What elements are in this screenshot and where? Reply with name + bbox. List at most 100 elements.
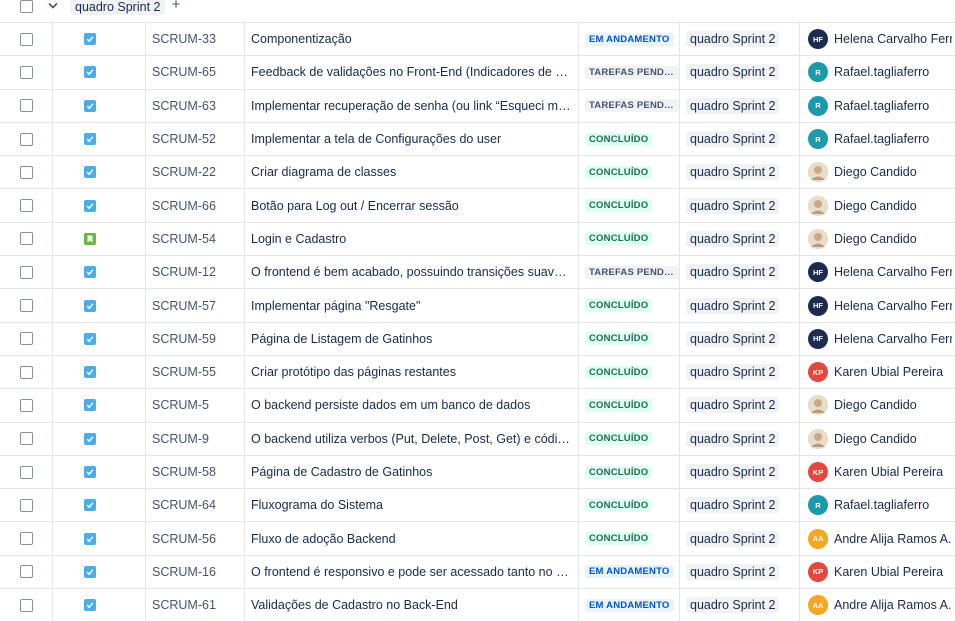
sprint-cell[interactable]: quadro Sprint 2	[680, 589, 800, 621]
sprint-tag[interactable]: quadro Sprint 2	[686, 297, 780, 314]
issue-key[interactable]: SCRUM-33	[146, 23, 245, 56]
assignee-cell[interactable]: R Rafael.tagliaferro	[800, 90, 955, 122]
sprint-tag[interactable]: quadro Sprint 2	[686, 563, 780, 580]
table-row[interactable]: SCRUM-52 Implementar a tela de Configuraç…	[0, 121, 955, 156]
row-checkbox[interactable]	[20, 265, 33, 279]
row-checkbox[interactable]	[20, 32, 33, 46]
issue-summary[interactable]: O frontend é bem acabado, possuindo tran…	[251, 265, 573, 279]
sprint-tag[interactable]: quadro Sprint 2	[686, 164, 780, 181]
table-row[interactable]: SCRUM-12 O frontend é bem acabado, possui…	[0, 255, 955, 289]
issue-key[interactable]: SCRUM-12	[146, 256, 245, 289]
sprint-tag[interactable]: quadro Sprint 2	[686, 131, 780, 148]
row-checkbox[interactable]	[20, 99, 33, 113]
assignee-cell[interactable]: R Rafael.tagliaferro	[800, 489, 955, 521]
assignee-cell[interactable]: KP Karen Ubial Pereira	[800, 556, 955, 588]
assignee-cell[interactable]: HF Helena Carvalho Ferr...	[800, 289, 955, 321]
row-checkbox[interactable]	[20, 299, 33, 313]
status-badge[interactable]: CONCLUÍDO	[585, 532, 653, 546]
status-badge[interactable]: CONCLUÍDO	[585, 332, 653, 346]
table-row[interactable]: SCRUM-57 Implementar página "Resgate" CONC…	[0, 288, 955, 322]
issue-summary[interactable]: Implementar recuperação de senha (ou lin…	[251, 99, 573, 113]
assignee-cell[interactable]: Diego Candido	[800, 423, 955, 455]
summary-cell[interactable]: Validações de Cadastro no Back-End	[245, 589, 579, 621]
sprint-cell[interactable]: quadro Sprint 2	[680, 522, 800, 555]
table-row[interactable]: SCRUM-65 Feedback de validações no Front-…	[0, 55, 955, 89]
status-cell[interactable]: CONCLUÍDO	[579, 322, 680, 355]
issue-summary[interactable]: Componentização	[251, 32, 573, 46]
sprint-cell[interactable]: quadro Sprint 2	[680, 489, 800, 522]
assignee-cell[interactable]: R Rafael.tagliaferro	[800, 56, 955, 88]
issue-summary[interactable]: Fluxograma do Sistema	[251, 498, 573, 512]
status-cell[interactable]: EM ANDAMENTO	[579, 23, 680, 56]
issue-key[interactable]: SCRUM-16	[146, 555, 245, 589]
summary-cell[interactable]: O frontend é bem acabado, possuindo tran…	[245, 256, 579, 289]
status-badge[interactable]: CONCLUÍDO	[585, 132, 653, 146]
sprint-cell[interactable]: quadro Sprint 2	[680, 122, 800, 156]
status-badge[interactable]: CONCLUÍDO	[585, 465, 653, 479]
table-row[interactable]: SCRUM-56 Fluxo de adoção Backend CONCLUÍDO…	[0, 521, 955, 555]
status-badge[interactable]: CONCLUÍDO	[585, 232, 653, 246]
group-title[interactable]: quadro Sprint 2	[70, 0, 166, 15]
issue-key[interactable]: SCRUM-56	[146, 522, 245, 555]
sprint-cell[interactable]: quadro Sprint 2	[680, 355, 800, 389]
issue-summary[interactable]: Login e Cadastro	[251, 232, 573, 246]
assignee-cell[interactable]: HF Helena Carvalho Ferr...	[800, 23, 955, 55]
table-row[interactable]: SCRUM-33 Componentização EM ANDAMENTO quadr…	[0, 22, 955, 56]
row-checkbox[interactable]	[20, 365, 33, 379]
sprint-tag[interactable]: quadro Sprint 2	[686, 597, 780, 614]
sprint-tag[interactable]: quadro Sprint 2	[686, 497, 780, 514]
row-checkbox[interactable]	[20, 432, 33, 446]
status-badge[interactable]: EM ANDAMENTO	[585, 598, 674, 612]
status-cell[interactable]: CONCLUÍDO	[579, 389, 680, 422]
summary-cell[interactable]: O backend persiste dados em um banco de …	[245, 389, 579, 422]
status-badge[interactable]: CONCLUÍDO	[585, 299, 653, 313]
status-badge[interactable]: EM ANDAMENTO	[585, 32, 674, 46]
issue-summary[interactable]: Página de Cadastro de Gatinhos	[251, 465, 573, 479]
row-checkbox[interactable]	[20, 232, 33, 246]
summary-cell[interactable]: Fluxograma do Sistema	[245, 489, 579, 522]
issue-key[interactable]: SCRUM-65	[146, 56, 245, 89]
summary-cell[interactable]: Login e Cadastro	[245, 222, 579, 256]
summary-cell[interactable]: O backend utiliza verbos (Put, Delete, P…	[245, 422, 579, 455]
status-badge[interactable]: TAREFAS PENDE...	[585, 99, 679, 113]
status-badge[interactable]: TAREFAS PENDE...	[585, 265, 679, 279]
table-row[interactable]: SCRUM-16 O frontend é responsivo e pode s…	[0, 554, 955, 589]
row-checkbox[interactable]	[20, 532, 33, 546]
issue-key[interactable]: SCRUM-59	[146, 322, 245, 355]
status-cell[interactable]: EM ANDAMENTO	[579, 555, 680, 589]
issue-key[interactable]: SCRUM-52	[146, 122, 245, 156]
issue-key[interactable]: SCRUM-63	[146, 89, 245, 122]
sprint-cell[interactable]: quadro Sprint 2	[680, 389, 800, 422]
status-badge[interactable]: CONCLUÍDO	[585, 498, 653, 512]
issue-summary[interactable]: Fluxo de adoção Backend	[251, 532, 573, 546]
sprint-cell[interactable]: quadro Sprint 2	[680, 189, 800, 222]
sprint-cell[interactable]: quadro Sprint 2	[680, 289, 800, 322]
issue-key[interactable]: SCRUM-54	[146, 222, 245, 256]
status-badge[interactable]: CONCLUÍDO	[585, 165, 653, 179]
issue-summary[interactable]: Botão para Log out / Encerrar sessão	[251, 199, 573, 213]
status-cell[interactable]: TAREFAS PENDE...	[579, 89, 680, 122]
sprint-cell[interactable]: quadro Sprint 2	[680, 56, 800, 89]
issue-key[interactable]: SCRUM-57	[146, 289, 245, 322]
sprint-cell[interactable]: quadro Sprint 2	[680, 455, 800, 489]
sprint-cell[interactable]: quadro Sprint 2	[680, 322, 800, 355]
sprint-tag[interactable]: quadro Sprint 2	[686, 197, 780, 214]
status-cell[interactable]: TAREFAS PENDE...	[579, 256, 680, 289]
table-row[interactable]: SCRUM-55 Criar protótipo das páginas rest…	[0, 354, 955, 389]
sprint-tag[interactable]: quadro Sprint 2	[686, 64, 780, 81]
issue-summary[interactable]: Criar diagrama de classes	[251, 165, 573, 179]
assignee-cell[interactable]: HF Helena Carvalho Ferr...	[800, 323, 955, 355]
sprint-tag[interactable]: quadro Sprint 2	[686, 330, 780, 347]
assignee-cell[interactable]: HF Helena Carvalho Ferr...	[800, 256, 955, 288]
row-checkbox[interactable]	[20, 598, 33, 612]
status-cell[interactable]: CONCLUÍDO	[579, 189, 680, 222]
status-badge[interactable]: CONCLUÍDO	[585, 432, 653, 446]
sprint-cell[interactable]: quadro Sprint 2	[680, 156, 800, 189]
sprint-cell[interactable]: quadro Sprint 2	[680, 555, 800, 589]
summary-cell[interactable]: Componentização	[245, 23, 579, 56]
summary-cell[interactable]: Feedback de validações no Front-End (Ind…	[245, 56, 579, 89]
row-checkbox[interactable]	[20, 165, 33, 179]
summary-cell[interactable]: O frontend é responsivo e pode ser acess…	[245, 555, 579, 589]
status-cell[interactable]: CONCLUÍDO	[579, 289, 680, 322]
summary-cell[interactable]: Fluxo de adoção Backend	[245, 522, 579, 555]
